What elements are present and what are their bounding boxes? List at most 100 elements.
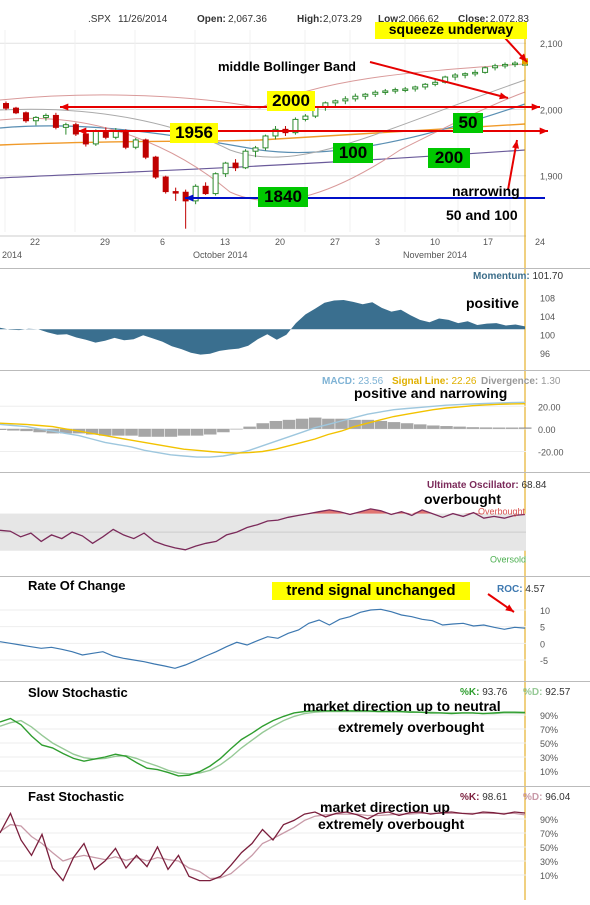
x-tick-label: 17 [483,237,493,247]
fast-d-label: %D: [523,792,542,803]
divergence-bar [243,426,256,429]
fast-k-title: %K: 98.61 [460,792,508,803]
candle-body [332,100,339,104]
candle-body [432,81,439,85]
momentum-title: Momentum: 101.70 [473,271,563,282]
candle-body [162,176,169,193]
candle-body [462,73,469,76]
fast-note-2: extremely overbought [318,816,465,832]
overbought-label: Overbought [478,507,526,517]
panel-separator [0,681,590,682]
sma100-label: 100 [339,143,367,162]
panel-separator [0,786,590,787]
candle-body [42,114,49,118]
roc-value-title: ROC: 4.57 [497,584,545,595]
x-tick-label: 27 [330,237,340,247]
candle-body [302,115,309,120]
slow-note-2: extremely overbought [338,719,485,735]
squeeze-label: squeeze underway [389,21,514,37]
stock-chart-stage: .SPX 11/26/2014 Open: 2,067.36 High: 2,0… [0,0,590,900]
technical-analysis-chart: .SPX 11/26/2014 Open: 2,067.36 High: 2,0… [0,14,590,900]
divergence-bar [138,428,151,437]
candle-body [262,135,269,149]
x-tick-label: 29 [100,237,110,247]
candle-body [472,71,479,75]
candle-body [92,130,99,145]
candle-body [202,185,209,195]
fast-tick-label: 90% [540,815,558,825]
divergence-bar [256,423,269,429]
roc-tick-label: 10 [540,606,550,616]
ult-value: 68.84 [521,480,546,491]
panel-separator [0,576,590,577]
divergence-bar [125,428,138,436]
arrow-2000-right-head [531,103,540,111]
candle-body [3,103,9,109]
macd-note: positive and narrowing [354,385,507,401]
price-panel: 2,100 2,000 1,900 22 29 6 13 20 27 3 10 17 24 2014 Oct… [0,30,563,900]
momentum-value: 101.70 [532,271,563,282]
candle-body [242,150,249,169]
slow-tick-label: 90% [540,711,558,721]
sma50-label: 50 [459,113,478,132]
fast-tick-label: 10% [540,871,558,881]
slow-d-value: 92.57 [545,687,570,698]
divergence-bar [400,423,414,429]
x-group-label-october: October 2014 [193,250,248,260]
arrow-1956-left-head [78,127,87,135]
roc-tick-label: 0 [540,639,545,649]
candle-body [252,147,259,152]
macd-title-text: MACD [322,376,352,387]
header-date: 11/26/2014 [118,14,168,25]
divergence-bar [230,428,243,430]
divergence-bar [427,425,440,429]
x-tick-label: 3 [375,237,380,247]
header-symbol: .SPX [88,14,111,25]
level-1840-label: 1840 [264,187,302,206]
divergence-bar [414,424,427,429]
candle-body [492,65,499,69]
candle-body [362,93,369,97]
roc-value: 4.57 [525,584,545,595]
candle-body [402,88,409,91]
header-high-label: High: [297,14,323,25]
x-group-label-2014: 2014 [2,250,22,260]
middle-bb-label: middle Bollinger Band [218,59,356,74]
x-tick-label: 13 [220,237,230,247]
momentum-area [0,300,525,355]
level-2000-label: 2000 [272,91,310,110]
panel-separator [0,370,590,371]
momentum-tick-label: 96 [540,349,550,359]
momentum-tick-label: 104 [540,312,555,322]
fast-title: Fast Stochastic [28,789,124,804]
divergence-bar [440,426,453,429]
divergence-bar [453,426,466,429]
oversold-label: Oversold [490,555,526,565]
candle-body [352,95,359,100]
divergence-bar [387,422,401,429]
fast-d-title: %D: 96.04 [523,792,571,803]
divergence-bar [492,427,506,429]
candle-body [82,133,89,145]
slow-tick-label: 30% [540,753,558,763]
x-tick-label: 10 [430,237,440,247]
candle-body [452,74,459,78]
divergence-bar [519,427,532,429]
candle-body [72,124,79,135]
divergence-bar [7,428,20,431]
divergence-bar [0,428,7,430]
candle-body [412,86,419,90]
slow-tick-label: 10% [540,767,558,777]
arrow-roc-head [505,604,514,612]
fast-k-label: %K: [460,792,479,803]
divergence-bar [374,420,388,429]
divergence-bar [20,428,33,432]
x-tick-label: 24 [535,237,545,247]
divergence-bar [177,428,191,436]
fast-d-value: 96.04 [545,792,570,803]
divergence-bar [269,420,283,429]
narrowing-label-2: 50 and 100 [446,207,518,223]
candle-body [62,124,69,128]
slow-note-1: market direction up to neutral [303,698,501,714]
divergence-bar [505,427,519,429]
